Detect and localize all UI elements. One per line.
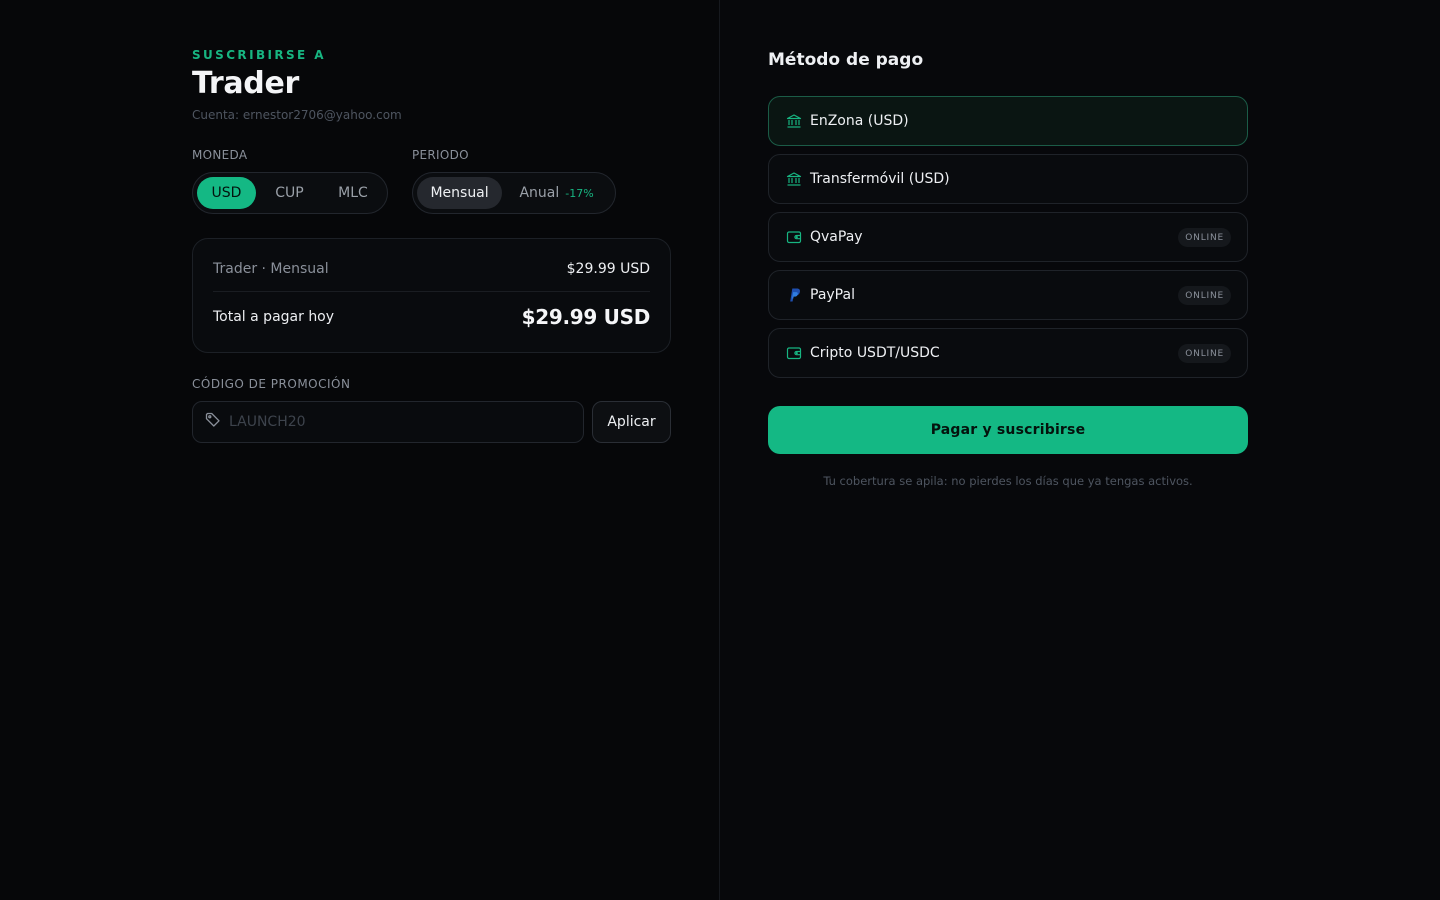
wallet-icon bbox=[785, 229, 802, 246]
line-item-price: $29.99 USD bbox=[566, 261, 650, 277]
paypal-icon bbox=[785, 287, 802, 304]
apply-promo-button[interactable]: Aplicar bbox=[592, 401, 671, 443]
currency-option-usd[interactable]: USD bbox=[197, 177, 256, 209]
promo-code-field[interactable] bbox=[192, 401, 584, 443]
period-label: PERIODO bbox=[412, 148, 469, 162]
summary-divider bbox=[213, 291, 650, 292]
payment-method-qvapay[interactable]: QvaPay ONLINE bbox=[768, 212, 1248, 262]
payment-method-list: EnZona (USD) Transfermóvil (USD) QvaPay … bbox=[768, 96, 1248, 386]
promo-code-input[interactable] bbox=[229, 414, 559, 430]
currency-label: MONEDA bbox=[192, 148, 248, 162]
pay-and-subscribe-button[interactable]: Pagar y suscribirse bbox=[768, 406, 1248, 454]
payment-method-name: QvaPay bbox=[810, 229, 863, 245]
period-option-annual[interactable]: Anual -17% bbox=[502, 177, 611, 209]
annual-discount-badge: -17% bbox=[565, 186, 594, 200]
online-badge: ONLINE bbox=[1178, 286, 1231, 305]
currency-option-cup[interactable]: CUP bbox=[256, 177, 323, 209]
payment-method-transfermovil[interactable]: Transfermóvil (USD) bbox=[768, 154, 1248, 204]
bank-icon bbox=[785, 113, 802, 130]
period-option-monthly[interactable]: Mensual bbox=[417, 177, 503, 209]
order-summary: Trader · Mensual $29.99 USD Total a paga… bbox=[192, 238, 671, 353]
payment-method-paypal[interactable]: PayPal ONLINE bbox=[768, 270, 1248, 320]
payment-method-name: Cripto USDT/USDC bbox=[810, 345, 940, 361]
payment-method-name: Transfermóvil (USD) bbox=[810, 171, 950, 187]
account-email: Cuenta: ernestor2706@yahoo.com bbox=[192, 108, 402, 122]
summary-total: Total a pagar hoy $29.99 USD bbox=[213, 305, 650, 329]
payment-method-title: Método de pago bbox=[768, 50, 924, 70]
payment-method-enzona[interactable]: EnZona (USD) bbox=[768, 96, 1248, 146]
payment-method-name: EnZona (USD) bbox=[810, 113, 909, 129]
coverage-note: Tu cobertura se apila: no pierdes los dí… bbox=[823, 474, 1193, 488]
promo-code-label: CÓDIGO DE PROMOCIÓN bbox=[192, 377, 351, 391]
total-label: Total a pagar hoy bbox=[213, 309, 335, 325]
total-amount: $29.99 USD bbox=[521, 305, 651, 329]
tag-icon bbox=[205, 412, 221, 432]
period-selector: Mensual Anual -17% bbox=[412, 172, 616, 214]
online-badge: ONLINE bbox=[1178, 228, 1231, 247]
payment-method-crypto[interactable]: Cripto USDT/USDC ONLINE bbox=[768, 328, 1248, 378]
currency-option-mlc[interactable]: MLC bbox=[323, 177, 383, 209]
bank-icon bbox=[785, 171, 802, 188]
wallet-icon bbox=[785, 345, 802, 362]
checkout-pane: SUSCRIBIRSE A Trader Cuenta: ernestor270… bbox=[0, 0, 719, 900]
summary-line-item: Trader · Mensual $29.99 USD bbox=[213, 261, 650, 277]
online-badge: ONLINE bbox=[1178, 344, 1231, 363]
plan-title: Trader bbox=[192, 66, 300, 101]
currency-selector: USD CUP MLC bbox=[192, 172, 388, 214]
line-item-label: Trader · Mensual bbox=[213, 261, 329, 277]
payment-method-name: PayPal bbox=[810, 287, 855, 303]
subscribe-eyebrow: SUSCRIBIRSE A bbox=[192, 48, 326, 62]
payment-pane: Método de pago EnZona (USD) Transfermóvi… bbox=[720, 0, 1440, 900]
period-option-annual-label: Anual bbox=[519, 185, 560, 201]
